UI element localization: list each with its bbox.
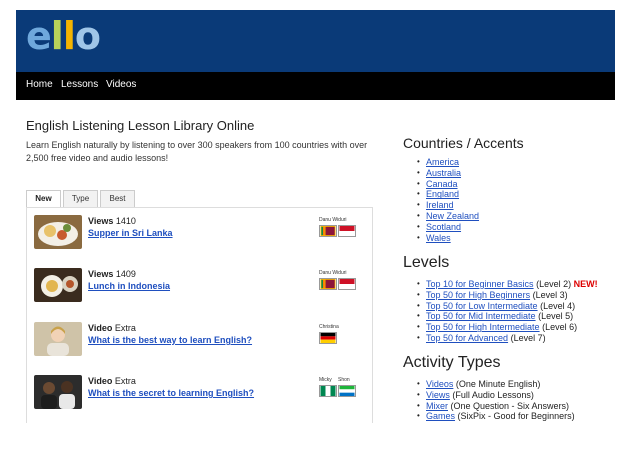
country-link[interactable]: Scotland — [426, 222, 461, 232]
logo-letter: e — [26, 14, 52, 58]
logo-letter: l — [62, 14, 76, 58]
level-note: (Level 3) — [532, 289, 568, 300]
country-link[interactable]: Ireland — [426, 200, 454, 210]
activity-link[interactable]: Mixer — [426, 401, 448, 411]
activity-heading: Activity Types — [403, 354, 501, 371]
person-thumbnail[interactable] — [34, 322, 82, 356]
level-link[interactable]: Top 50 for High Intermediate — [426, 322, 540, 332]
food-thumbnail[interactable] — [34, 268, 82, 302]
speaker-name: Danu Widuri — [319, 270, 347, 276]
food-thumbnail[interactable] — [34, 215, 82, 249]
indonesia-flag-icon — [338, 278, 356, 290]
activity-list: Videos (One Minute English) Views (Full … — [417, 379, 575, 422]
ello-logo[interactable]: ello — [26, 14, 101, 58]
level-link[interactable]: Top 50 for High Beginners — [426, 290, 530, 300]
lesson-link[interactable]: Supper in Sri Lanka — [88, 228, 173, 238]
level-note: (Level 7) — [510, 332, 546, 343]
nigeria-flag-icon — [319, 385, 337, 397]
lesson-link[interactable]: Lunch in Indonesia — [88, 281, 170, 291]
tab-type[interactable]: Type — [63, 190, 98, 207]
list-item: Videos (One Minute English) — [417, 379, 575, 390]
activity-link[interactable]: Games — [426, 411, 455, 421]
country-link[interactable]: Australia — [426, 168, 461, 178]
list-item: Top 50 for Advanced (Level 7) — [417, 333, 598, 344]
level-link[interactable]: Top 10 for Beginner Basics — [426, 279, 534, 289]
people-thumbnail[interactable] — [34, 375, 82, 409]
page-title: English Listening Lesson Library Online — [26, 118, 255, 133]
lesson-type: Views 1409 — [88, 269, 136, 279]
level-note: (Level 4) — [540, 300, 576, 311]
new-badge: NEW! — [573, 279, 598, 289]
activity-note: (Full Audio Lessons) — [452, 389, 534, 400]
sri-lanka-flag-icon — [319, 225, 337, 237]
lesson-list: Views 1410 Supper in Sri Lanka Danu Widu… — [26, 207, 373, 423]
list-item: Mixer (One Question - Six Answers) — [417, 401, 575, 412]
main-nav: Home Lessons Videos — [16, 72, 615, 100]
activity-note: (SixPix - Good for Beginners) — [457, 411, 575, 422]
list-item: Top 50 for High Beginners (Level 3) — [417, 290, 598, 301]
tab-new[interactable]: New — [26, 190, 61, 207]
lesson-link[interactable]: What is the best way to learn English? — [88, 335, 252, 345]
level-link[interactable]: Top 50 for Low Intermediate — [426, 301, 538, 311]
list-item: Views (Full Audio Lessons) — [417, 390, 575, 401]
speaker-name: Danu Widuri — [319, 217, 347, 223]
sri-lanka-flag-icon — [319, 278, 337, 290]
list-item: Canada — [417, 179, 479, 190]
list-item: Top 50 for Low Intermediate (Level 4) — [417, 301, 598, 312]
speaker-name: Micky — [319, 377, 332, 383]
country-link[interactable]: England — [426, 189, 459, 199]
levels-list: Top 10 for Beginner Basics (Level 2) NEW… — [417, 279, 598, 344]
list-item: England — [417, 189, 479, 200]
nav-home[interactable]: Home — [26, 79, 53, 90]
level-note: (Level 6) — [542, 322, 578, 333]
nav-lessons[interactable]: Lessons — [61, 79, 98, 90]
list-item: Wales — [417, 233, 479, 244]
logo-letter: l — [50, 14, 64, 58]
intro-text: Learn English naturally by listening to … — [26, 140, 368, 163]
activity-note: (One Question - Six Answers) — [450, 400, 570, 411]
list-item: America — [417, 157, 479, 168]
countries-heading: Countries / Accents — [403, 135, 524, 151]
sierra-leone-flag-icon — [338, 385, 356, 397]
site-header: ello — [16, 10, 615, 72]
nav-videos[interactable]: Videos — [106, 79, 136, 90]
countries-list: America Australia Canada England Ireland… — [417, 157, 479, 243]
list-item: Scotland — [417, 222, 479, 233]
activity-link[interactable]: Videos — [426, 379, 453, 389]
list-item: Games (SixPix - Good for Beginners) — [417, 411, 575, 422]
speaker-name: Shon — [338, 377, 350, 383]
germany-flag-icon — [319, 332, 337, 344]
list-item: Video Extra What is the secret to learni… — [27, 373, 372, 413]
lesson-link[interactable]: What is the secret to learning English? — [88, 388, 254, 398]
level-link[interactable]: Top 50 for Advanced — [426, 333, 508, 343]
list-item: New Zealand — [417, 211, 479, 222]
level-note: (Level 2) — [536, 279, 572, 289]
country-link[interactable]: Canada — [426, 179, 458, 189]
list-item: Top 50 for High Intermediate (Level 6) — [417, 322, 598, 333]
list-item: Ireland — [417, 200, 479, 211]
lesson-type: Video Extra — [88, 376, 136, 386]
country-link[interactable]: New Zealand — [426, 211, 479, 221]
list-item: Views 1409 Lunch in Indonesia Danu Widur… — [27, 266, 372, 306]
lesson-type: Views 1410 — [88, 216, 136, 226]
level-note: (Level 5) — [538, 311, 574, 322]
country-link[interactable]: America — [426, 157, 459, 167]
list-item: Views 1410 Supper in Sri Lanka Danu Widu… — [27, 213, 372, 253]
levels-heading: Levels — [403, 254, 450, 271]
indonesia-flag-icon — [338, 225, 356, 237]
country-link[interactable]: Wales — [426, 233, 451, 243]
tab-best[interactable]: Best — [100, 190, 135, 207]
list-item: Top 10 for Beginner Basics (Level 2) NEW… — [417, 279, 598, 290]
speaker-name: Christina — [319, 324, 339, 330]
level-link[interactable]: Top 50 for Mid Intermediate — [426, 311, 536, 321]
list-item: Australia — [417, 168, 479, 179]
logo-letter: o — [74, 14, 101, 58]
list-item: Video Extra What is the best way to lear… — [27, 320, 372, 360]
list-item: Top 50 for Mid Intermediate (Level 5) — [417, 311, 598, 322]
lesson-type: Video Extra — [88, 323, 136, 333]
activity-link[interactable]: Views — [426, 390, 450, 400]
activity-note: (One Minute English) — [455, 379, 541, 389]
